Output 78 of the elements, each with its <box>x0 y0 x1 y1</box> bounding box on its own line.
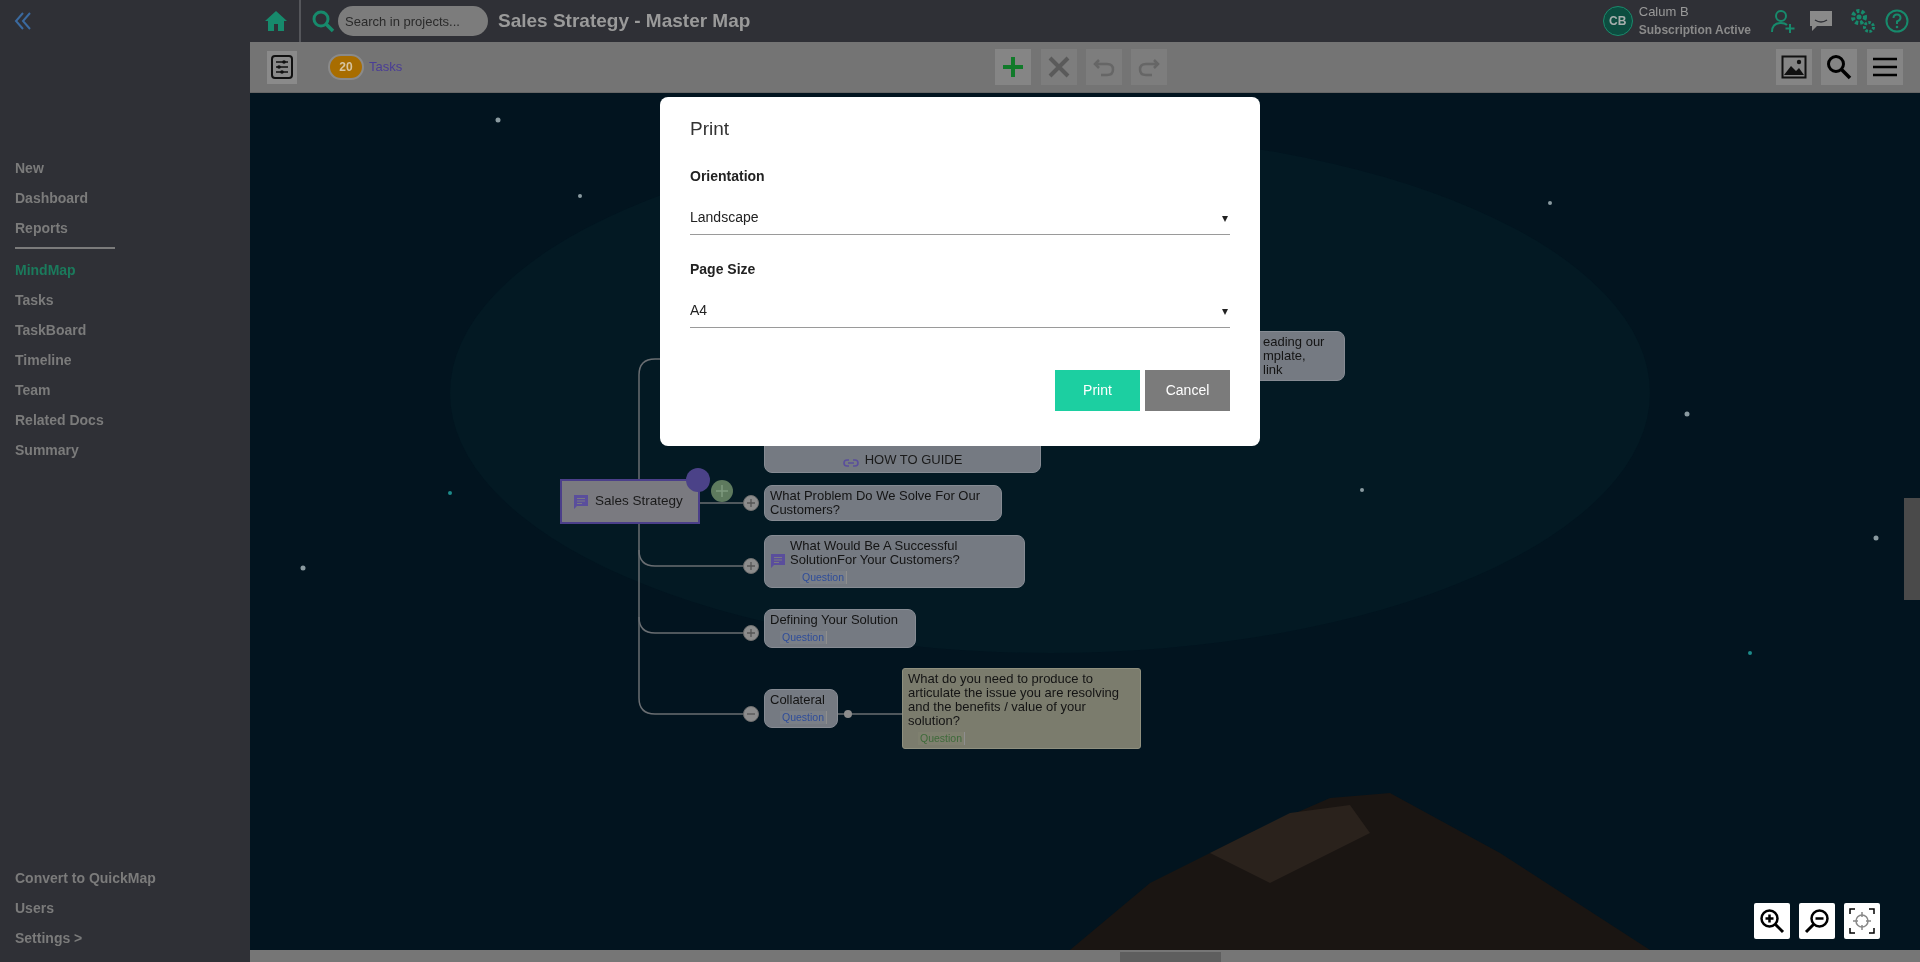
zoom-out-button[interactable] <box>1799 903 1835 939</box>
zoom-in-button[interactable] <box>1754 903 1790 939</box>
topic-node[interactable]: What Problem Do We Solve For Our Customers? <box>764 485 1002 521</box>
menu-button[interactable] <box>1867 49 1903 85</box>
menu-icon <box>1872 56 1898 78</box>
sidebar-item[interactable]: Team <box>15 375 51 405</box>
sidebar-item[interactable]: Users <box>15 893 54 923</box>
image-button[interactable] <box>1776 49 1812 85</box>
dialog-button[interactable]: Cancel <box>1145 370 1230 411</box>
field-label: Page Size <box>690 260 756 279</box>
node-label: Collateral <box>770 693 825 707</box>
sidebar-item[interactable]: Timeline <box>15 345 72 375</box>
dialog-button[interactable]: Print <box>1055 370 1140 411</box>
collapse-icon[interactable] <box>14 11 32 31</box>
task-count: 20 <box>328 54 364 80</box>
dialog-title: Print <box>690 118 730 140</box>
question-tag: Question <box>780 631 828 644</box>
chat-icon[interactable] <box>1809 10 1833 32</box>
map-title: Sales Strategy - Master Map <box>498 8 751 33</box>
sidebar-item[interactable]: Reports <box>15 213 68 243</box>
zoom-in-icon <box>1759 908 1785 934</box>
node-label: Defining Your Solution <box>770 613 898 627</box>
node-label: Sales Strategy <box>595 492 683 511</box>
select-field[interactable]: Landscape ▾ <box>690 201 1230 235</box>
user-avatar[interactable]: CB <box>1602 6 1633 36</box>
sidebar-item[interactable]: TaskBoard <box>15 315 87 345</box>
topic-node[interactable]: Defining Your Solution Question <box>764 609 916 648</box>
root-node[interactable]: Sales Strategy <box>560 479 700 524</box>
user-name: Calum B <box>1638 3 1690 21</box>
plus-icon <box>746 628 756 638</box>
home-icon[interactable] <box>264 10 288 32</box>
node-label: What do you need to produce to articulate the issue you are resolving and the benefits / value of your solution? <box>908 672 1120 728</box>
add-user-icon[interactable] <box>1769 8 1797 34</box>
field-label: Orientation <box>690 167 765 186</box>
node-label: HOW TO GUIDE <box>864 452 963 468</box>
sidebar-item[interactable]: New <box>15 153 44 183</box>
scrollbar-thumb[interactable] <box>1904 498 1920 600</box>
settings-icon[interactable] <box>1850 8 1876 34</box>
select-field[interactable]: A4 ▾ <box>690 294 1230 328</box>
sidebar-item[interactable]: Related Docs <box>15 405 104 435</box>
question-tag: Question <box>780 711 828 724</box>
question-tag: Question <box>800 571 848 584</box>
filter-button[interactable] <box>267 50 297 84</box>
sliders-icon <box>271 55 293 79</box>
plus-icon <box>1001 55 1026 79</box>
scrollbar-thumb[interactable] <box>1120 952 1221 962</box>
undo-icon <box>1093 57 1116 77</box>
node-label: What Would Be A Successful SolutionFor Your Customers? <box>790 539 961 567</box>
plus-icon <box>746 498 756 508</box>
subscription-status: Subscription Active <box>1638 22 1751 39</box>
topic-node[interactable]: What Would Be A Successful SolutionFor Your Customers? Question <box>764 535 1025 588</box>
connector-line <box>699 502 744 504</box>
sidebar-item[interactable]: Settings > <box>15 923 83 953</box>
sidebar-item[interactable]: Convert to QuickMap <box>15 863 156 893</box>
topic-node[interactable]: Collateral Question <box>764 689 838 728</box>
connector-line <box>837 713 903 715</box>
sidebar-item[interactable]: MindMap <box>15 255 76 285</box>
link-icon <box>842 458 859 468</box>
search-icon <box>1826 54 1852 80</box>
question-tag: Question <box>918 732 966 745</box>
search-field[interactable]: Search in projects... <box>338 6 488 36</box>
sidebar-item[interactable]: Tasks <box>15 285 54 315</box>
search-button[interactable] <box>1821 49 1857 85</box>
redo-icon <box>1138 57 1161 77</box>
image-icon <box>1781 55 1807 79</box>
sidebar-item[interactable]: Summary <box>15 435 79 465</box>
sidebar-item[interactable]: Dashboard <box>15 183 89 213</box>
fit-view-button[interactable] <box>1844 903 1880 939</box>
plus-icon <box>715 484 729 498</box>
search-icon[interactable] <box>311 9 335 33</box>
close-icon <box>1047 55 1072 79</box>
plus-icon <box>746 561 756 571</box>
node-label: What Problem Do We Solve For Our Customers? <box>770 489 981 517</box>
help-icon[interactable] <box>1885 9 1909 33</box>
crosshair-icon <box>1849 908 1875 934</box>
note-node[interactable]: What do you need to produce to articulate the issue you are resolving and the benefits / value of your solution? Question <box>902 668 1141 749</box>
zoom-out-icon <box>1804 908 1830 934</box>
node-label: eading our mplate, link <box>1263 335 1325 377</box>
